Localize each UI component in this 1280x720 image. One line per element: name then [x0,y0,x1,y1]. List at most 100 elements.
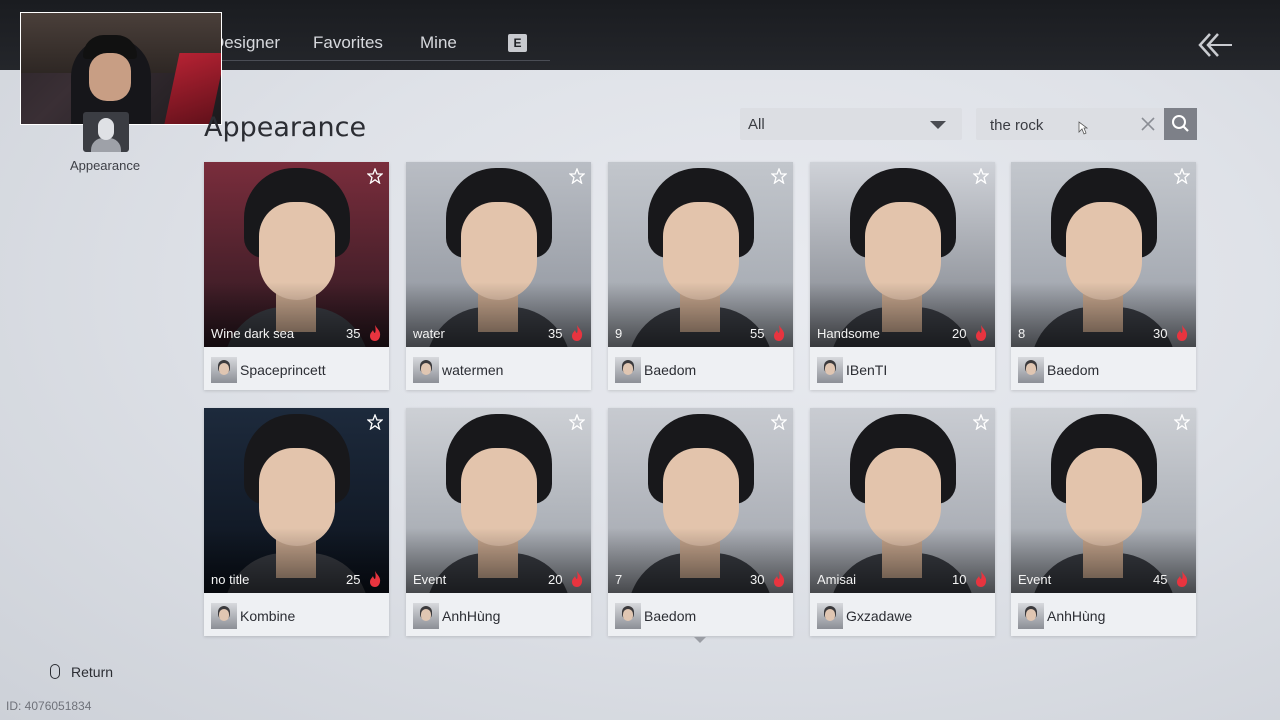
character-portrait [406,408,591,593]
fire-icon [1177,571,1188,587]
appearance-card[interactable]: Amisai 10 Gxzadawe [810,408,995,636]
appearance-card[interactable]: 8 30 Baedom [1011,162,1196,390]
character-portrait [1011,408,1196,593]
fire-icon [370,571,381,587]
search-button[interactable] [1164,108,1197,140]
appearance-card[interactable]: 7 30 Baedom [608,408,793,636]
favorite-star-icon[interactable] [973,168,989,184]
card-like-count: 30 [1153,326,1168,341]
appearance-card[interactable]: Handsome 20 IBenTI [810,162,995,390]
fire-icon [572,571,583,587]
card-title: Event [1018,572,1052,587]
clear-search-icon[interactable] [1140,116,1156,132]
card-title: 9 [615,326,623,341]
card-like-count: 55 [750,326,765,341]
fire-icon [774,571,785,587]
appearance-category-icon[interactable] [83,112,129,152]
fire-icon [774,325,785,341]
author-avatar [1018,603,1044,629]
card-author[interactable]: Baedom [1047,362,1099,378]
tab-designer[interactable]: Designer [218,33,280,53]
card-author[interactable]: Baedom [644,362,696,378]
character-portrait [1011,162,1196,347]
appearance-card[interactable]: Event 20 AnhHùng [406,408,591,636]
card-like-count: 35 [346,326,361,341]
card-author[interactable]: AnhHùng [1047,608,1105,624]
author-avatar [211,357,237,383]
character-portrait [608,408,793,593]
card-like-count: 10 [952,572,967,587]
card-like-count: 25 [346,572,361,587]
fire-icon [1177,325,1188,341]
card-title: no title [211,572,250,587]
fire-icon [976,571,987,587]
mouse-button-icon [50,664,60,679]
search-field[interactable] [976,108,1164,140]
author-avatar [413,603,439,629]
card-author[interactable]: watermen [442,362,503,378]
appearance-card[interactable]: no title 25 Kombine [204,408,389,636]
appearance-card[interactable]: 9 55 Baedom [608,162,793,390]
filter-dropdown[interactable]: All [740,108,962,140]
card-author[interactable]: Spaceprincett [240,362,326,378]
appearance-card[interactable]: Wine dark sea 35 Spaceprincett [204,162,389,390]
page-title: Appearance [204,112,367,143]
tab-favorites[interactable]: Favorites [313,33,383,53]
key-hint-badge: E [508,34,527,52]
author-avatar [211,603,237,629]
card-title: Wine dark sea [211,326,295,341]
author-avatar [817,357,843,383]
favorite-star-icon[interactable] [1174,168,1190,184]
favorite-star-icon[interactable] [771,414,787,430]
card-like-count: 20 [548,572,563,587]
favorite-star-icon[interactable] [569,414,585,430]
author-avatar [413,357,439,383]
return-button[interactable]: Return [71,664,113,680]
card-author[interactable]: AnhHùng [442,608,500,624]
favorite-star-icon[interactable] [771,168,787,184]
card-title: water [413,326,445,341]
card-like-count: 45 [1153,572,1168,587]
user-id-label: ID: 4076051834 [6,699,92,713]
character-portrait [810,408,995,593]
fire-icon [572,325,583,341]
card-like-count: 20 [952,326,967,341]
favorite-star-icon[interactable] [973,414,989,430]
filter-selected-value: All [748,116,765,133]
appearance-card[interactable]: Event 45 AnhHùng [1011,408,1196,636]
favorite-star-icon[interactable] [367,168,383,184]
card-author[interactable]: Kombine [240,608,295,624]
card-like-count: 30 [750,572,765,587]
author-avatar [1018,357,1044,383]
tab-underline [220,60,550,61]
card-title: 8 [1018,326,1026,341]
fire-icon [976,325,987,341]
character-portrait [406,162,591,347]
card-author[interactable]: IBenTI [846,362,887,378]
back-arrow-icon[interactable] [1196,28,1236,62]
tab-mine[interactable]: Mine [420,33,457,53]
card-title: 7 [615,572,623,587]
author-avatar [615,357,641,383]
card-author[interactable]: Baedom [644,608,696,624]
card-title: Amisai [817,572,857,587]
search-icon [1172,115,1189,132]
appearance-card[interactable]: water 35 watermen [406,162,591,390]
scroll-down-icon[interactable] [694,637,706,643]
favorite-star-icon[interactable] [569,168,585,184]
webcam-overlay [20,12,222,125]
search-input[interactable] [988,113,1132,137]
mouse-cursor-icon [1078,121,1088,135]
card-like-count: 35 [548,326,563,341]
character-portrait [608,162,793,347]
card-title: Handsome [817,326,880,341]
author-avatar [615,603,641,629]
card-title: Event [413,572,447,587]
chevron-down-icon [930,121,946,129]
favorite-star-icon[interactable] [1174,414,1190,430]
favorite-star-icon[interactable] [367,414,383,430]
sidebar-item-appearance[interactable]: Appearance [60,158,150,173]
character-portrait [810,162,995,347]
author-avatar [817,603,843,629]
card-author[interactable]: Gxzadawe [846,608,912,624]
